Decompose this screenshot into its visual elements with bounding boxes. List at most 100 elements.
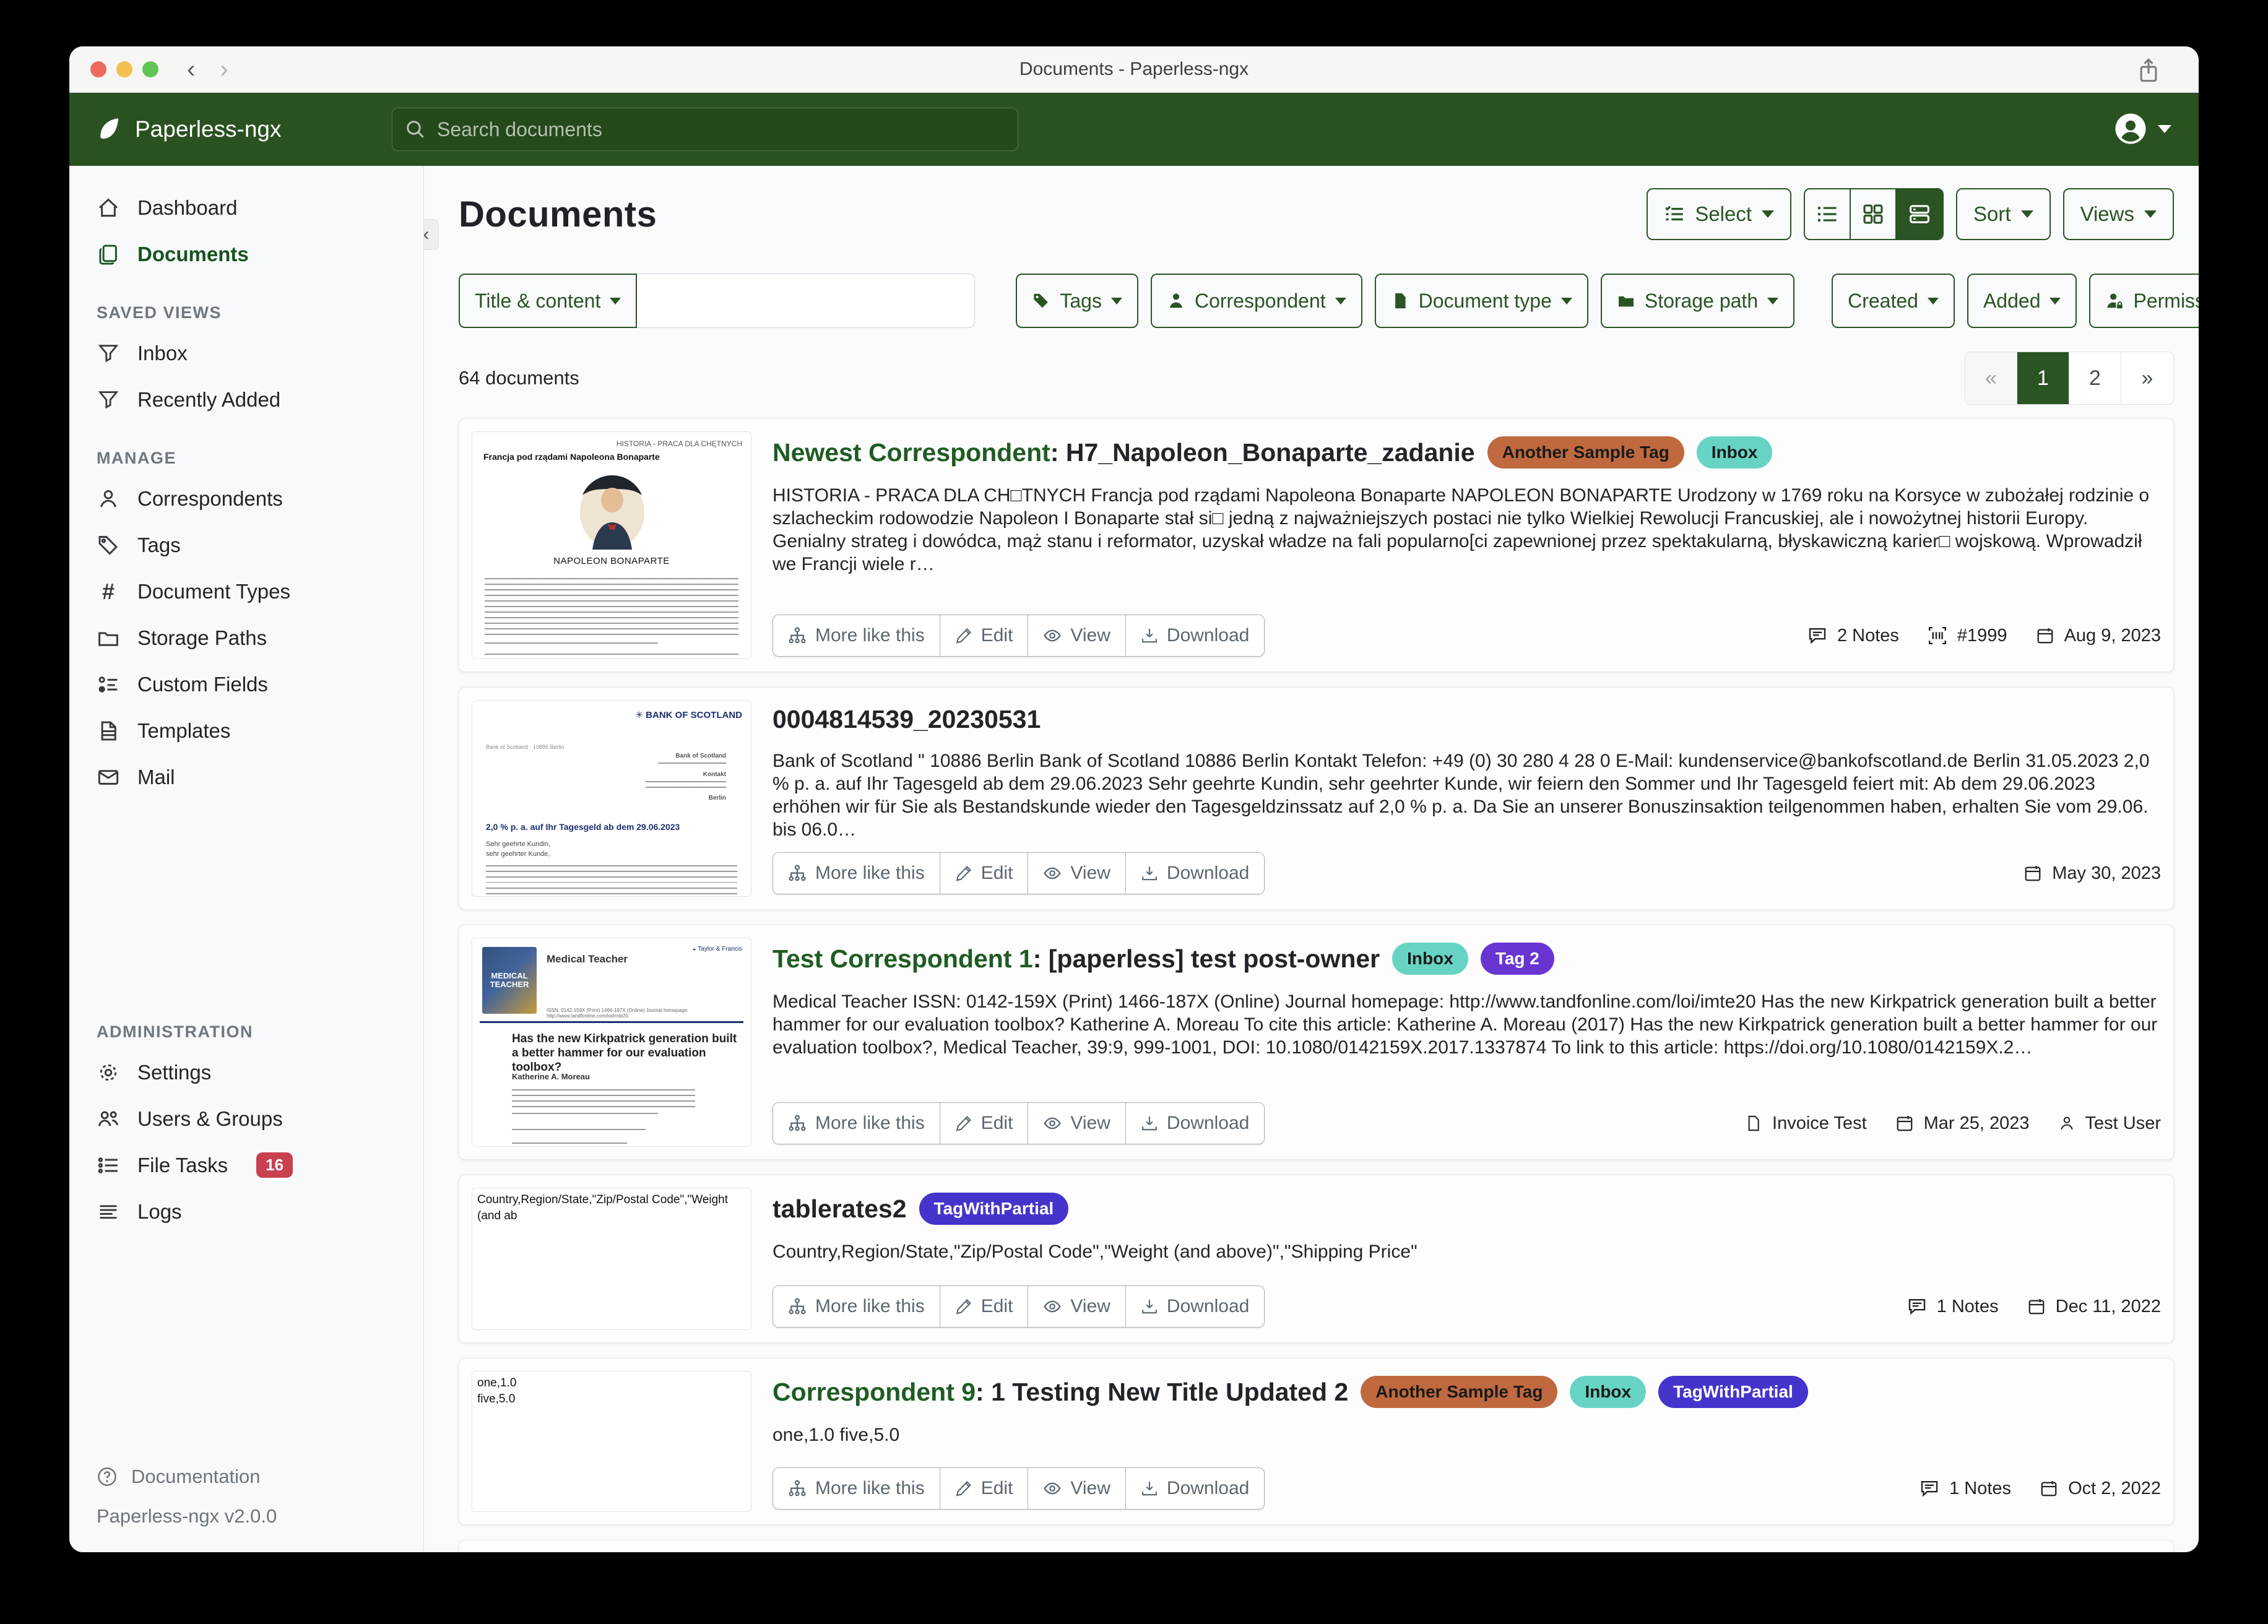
document-thumbnail[interactable]: MEDICAL TEACHER Medical Teacher ◒ Taylor… <box>472 938 751 1147</box>
tag-pill[interactable]: TagWithPartial <box>919 1193 1069 1225</box>
detail-view-button[interactable] <box>1897 189 1942 239</box>
tag-pill[interactable]: TagWithPartial <box>1658 1376 1808 1408</box>
document-thumbnail[interactable]: Country,Region/State,"Zip/Postal Code","… <box>472 1188 751 1330</box>
list-view-button[interactable] <box>1805 189 1851 239</box>
document-card[interactable]: ✳ BANK OF SCOTLAND Bank of Scotland · 10… <box>459 687 2174 910</box>
correspondent-link[interactable]: Correspondent 9 <box>773 1378 976 1406</box>
edit-button[interactable]: Edit <box>940 1286 1029 1327</box>
view-button[interactable]: View <box>1028 1286 1125 1327</box>
sidebar-item-document-types[interactable]: # Document Types <box>69 568 423 615</box>
correspondent-filter-button[interactable]: Correspondent <box>1151 274 1362 328</box>
view-button[interactable]: View <box>1028 615 1125 656</box>
views-button[interactable]: Views <box>2063 188 2174 240</box>
sidebar-item-inbox[interactable]: Inbox <box>69 330 423 376</box>
download-button[interactable]: Download <box>1126 1468 1264 1509</box>
pagination-last[interactable]: » <box>2121 352 2173 404</box>
documentation-link[interactable]: Documentation <box>97 1457 423 1497</box>
ui-radios-icon <box>97 673 120 696</box>
sidebar-item-documents[interactable]: Documents <box>69 231 423 277</box>
date-value: May 30, 2023 <box>2052 863 2161 884</box>
chevron-down-icon <box>1335 298 1346 304</box>
document-thumbnail[interactable]: HISTORIA - PRACA DLA CHĘTNYCH Francja po… <box>472 431 751 659</box>
notes-indicator[interactable]: 1 Notes <box>1920 1479 2011 1499</box>
edit-button[interactable]: Edit <box>940 853 1029 894</box>
sidebar-item-recently-added[interactable]: Recently Added <box>69 376 423 423</box>
document-title[interactable]: Newest Correspondent: H7_Napoleon_Bonapa… <box>773 438 1475 467</box>
edit-button[interactable]: Edit <box>940 615 1029 656</box>
sort-button[interactable]: Sort <box>1956 188 2051 240</box>
document-card[interactable]: Serial Number,Company Name,Employee Mark… <box>459 1540 2174 1552</box>
view-button[interactable]: View <box>1028 1468 1125 1509</box>
sidebar-item-templates[interactable]: Templates <box>69 707 423 754</box>
global-search[interactable] <box>392 108 1018 151</box>
select-button[interactable]: Select <box>1647 188 1791 240</box>
document-type-filter-button[interactable]: Document type <box>1375 274 1588 328</box>
sidebar-item-dashboard[interactable]: Dashboard <box>69 184 423 231</box>
sidebar-item-logs[interactable]: Logs <box>69 1188 423 1235</box>
created-filter-button[interactable]: Created <box>1832 274 1955 328</box>
sidebar-item-file-tasks[interactable]: File Tasks 16 <box>69 1142 423 1188</box>
thumb-text: Bank of Scotland <box>675 753 726 759</box>
pagination-first[interactable]: « <box>1965 352 2017 404</box>
sidebar-item-correspondents[interactable]: Correspondents <box>69 475 423 522</box>
document-card[interactable]: one,1.0five,5.0 Correspondent 9: 1 Testi… <box>459 1358 2174 1525</box>
document-thumbnail[interactable]: one,1.0five,5.0 <box>472 1371 751 1512</box>
more-like-this-button[interactable]: More like this <box>773 615 940 656</box>
sidebar-collapse-button[interactable]: « <box>424 219 439 250</box>
document-card[interactable]: Country,Region/State,"Zip/Postal Code","… <box>459 1175 2174 1343</box>
sidebar-item-custom-fields[interactable]: Custom Fields <box>69 661 423 707</box>
user-menu[interactable] <box>2113 111 2171 146</box>
permissions-filter-button[interactable]: Permissions <box>2089 274 2199 328</box>
tag-pill[interactable]: Another Sample Tag <box>1487 436 1684 469</box>
download-button[interactable]: Download <box>1126 1286 1264 1327</box>
sidebar-item-tags[interactable]: Tags <box>69 522 423 568</box>
title-content-input[interactable] <box>637 274 975 328</box>
document-type-indicator[interactable]: Invoice Test <box>1745 1113 1867 1134</box>
edit-button[interactable]: Edit <box>940 1468 1029 1509</box>
document-title[interactable]: tablerates2 <box>773 1194 907 1224</box>
document-title[interactable]: 0004814539_20230531 <box>773 705 1041 734</box>
correspondent-link[interactable]: Test Correspondent 1 <box>773 944 1033 973</box>
filter-field-button[interactable]: Title & content <box>459 274 637 328</box>
view-toggle-group <box>1804 188 1944 240</box>
share-icon[interactable] <box>2137 57 2160 84</box>
edit-button[interactable]: Edit <box>940 1103 1029 1144</box>
notes-indicator[interactable]: 2 Notes <box>1807 626 1899 646</box>
view-button[interactable]: View <box>1028 1103 1125 1144</box>
tag-pill[interactable]: Tag 2 <box>1481 943 1554 975</box>
search-input[interactable] <box>436 118 1005 142</box>
download-button[interactable]: Download <box>1126 1103 1264 1144</box>
sidebar-item-mail[interactable]: Mail <box>69 754 423 800</box>
correspondent-link[interactable]: Newest Correspondent <box>773 438 1050 467</box>
tag-pill[interactable]: Inbox <box>1392 943 1468 975</box>
tag-pill[interactable]: Inbox <box>1697 436 1773 469</box>
sidebar-item-settings[interactable]: Settings <box>69 1049 423 1095</box>
storage-path-filter-button[interactable]: Storage path <box>1601 274 1794 328</box>
brand[interactable]: Paperless-ngx <box>95 116 282 143</box>
sidebar-item-label: Recently Added <box>137 388 280 412</box>
grid-view-button[interactable] <box>1851 189 1897 239</box>
document-card[interactable]: HISTORIA - PRACA DLA CHĘTNYCH Francja po… <box>459 418 2174 672</box>
more-like-this-button[interactable]: More like this <box>773 853 940 894</box>
tag-pill[interactable]: Inbox <box>1570 1376 1646 1408</box>
documentation-label: Documentation <box>131 1466 261 1488</box>
download-button[interactable]: Download <box>1126 615 1264 656</box>
download-button[interactable]: Download <box>1126 853 1264 894</box>
tag-pill[interactable]: Another Sample Tag <box>1361 1376 1557 1408</box>
document-title[interactable]: Test Correspondent 1: [paperless] test p… <box>773 944 1380 974</box>
more-like-this-button[interactable]: More like this <box>773 1286 940 1327</box>
pagination-page-1[interactable]: 1 <box>2017 352 2069 404</box>
document-thumbnail[interactable]: ✳ BANK OF SCOTLAND Bank of Scotland · 10… <box>472 700 751 897</box>
document-title[interactable]: Correspondent 9: 1 Testing New Title Upd… <box>773 1378 1348 1407</box>
added-filter-button[interactable]: Added <box>1967 274 2077 328</box>
notes-indicator[interactable]: 1 Notes <box>1907 1297 1999 1317</box>
tags-filter-button[interactable]: Tags <box>1016 274 1138 328</box>
download-label: Download <box>1167 1113 1249 1134</box>
document-card[interactable]: MEDICAL TEACHER Medical Teacher ◒ Taylor… <box>459 925 2174 1160</box>
sidebar-item-storage-paths[interactable]: Storage Paths <box>69 615 423 661</box>
more-like-this-button[interactable]: More like this <box>773 1103 940 1144</box>
view-button[interactable]: View <box>1028 853 1125 894</box>
more-like-this-button[interactable]: More like this <box>773 1468 940 1509</box>
sidebar-item-users-groups[interactable]: Users & Groups <box>69 1095 423 1142</box>
pagination-page-2[interactable]: 2 <box>2069 352 2121 404</box>
